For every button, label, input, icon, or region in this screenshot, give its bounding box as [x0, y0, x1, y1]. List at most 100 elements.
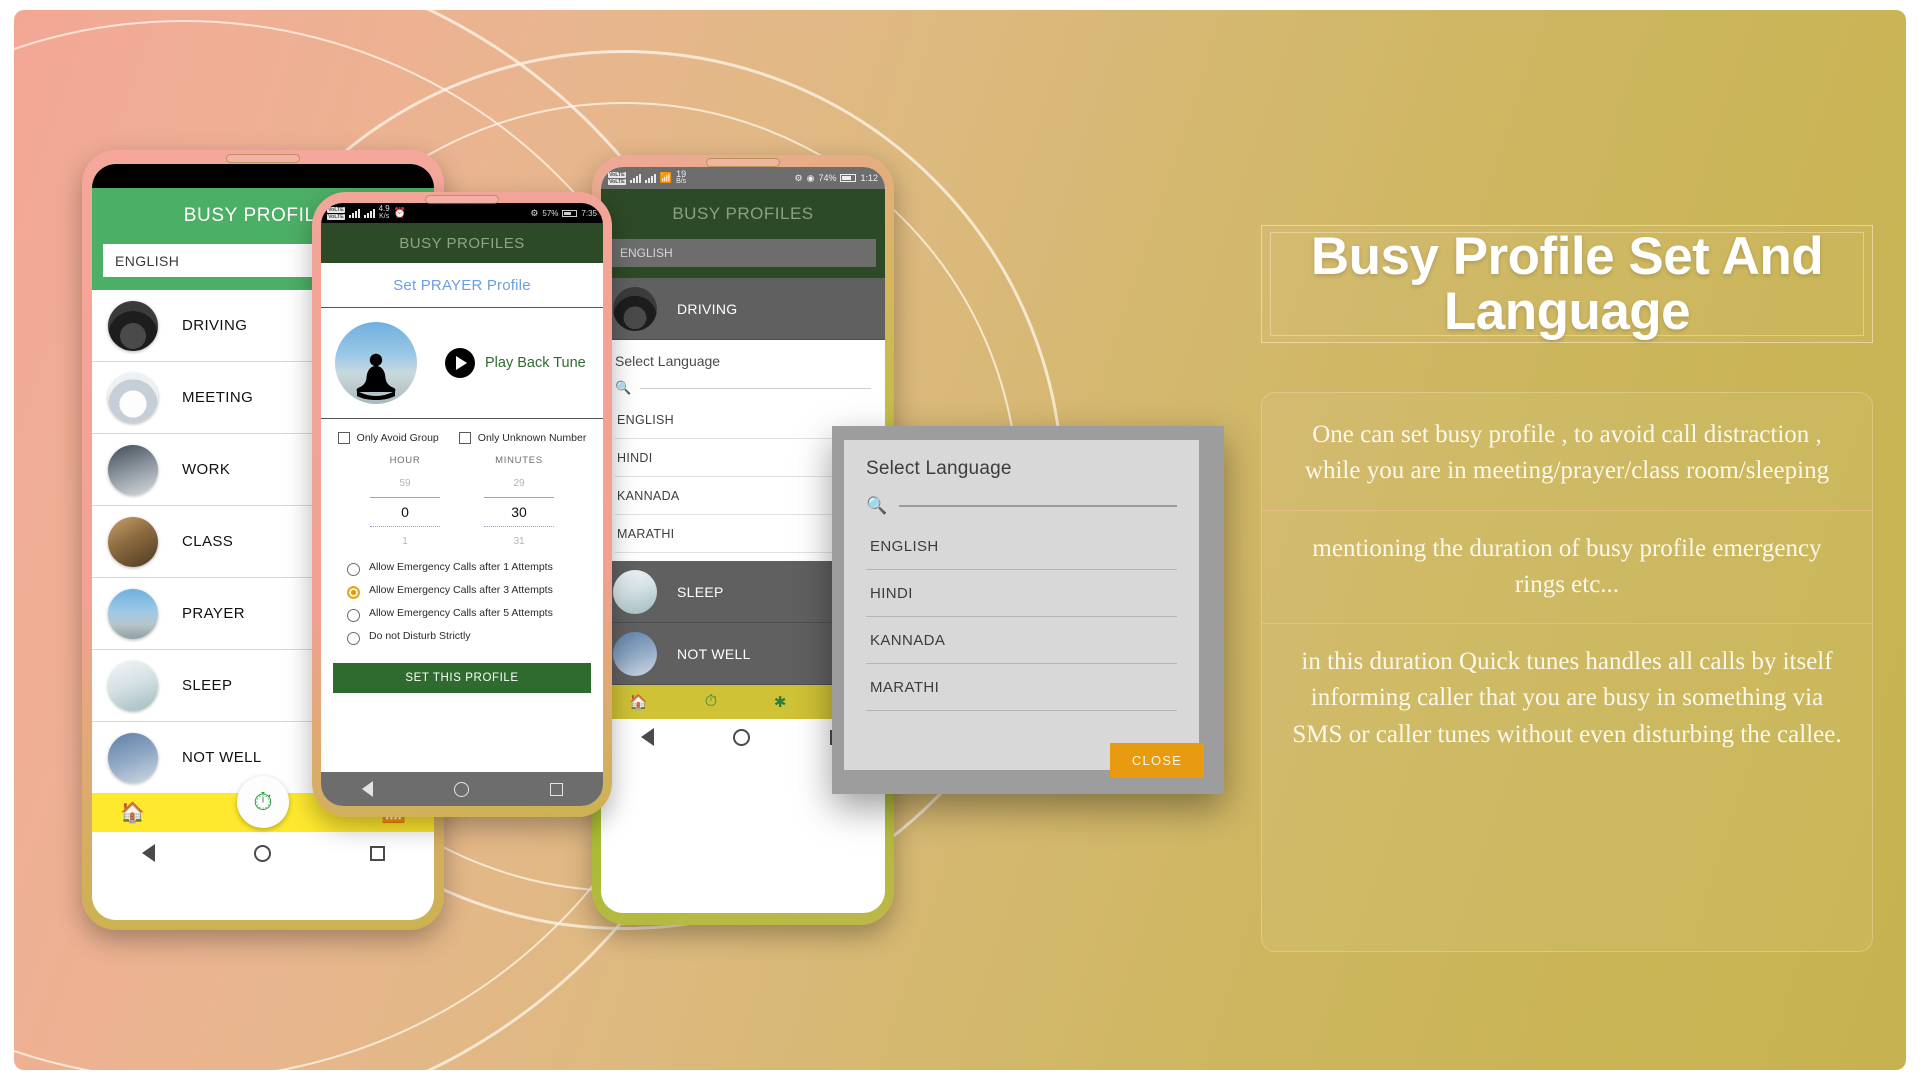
list-item-label: CLASS [182, 533, 234, 550]
phone2-checkbox-row: Only Avoid Group Only Unknown Number [321, 419, 603, 455]
net-speed-value: 4.9 [378, 204, 390, 213]
minutes-prev-value: 29 [513, 478, 525, 489]
radio-label: Allow Emergency Calls after 5 Attempts [369, 607, 553, 619]
minutes-next-value: 31 [513, 536, 525, 547]
sleep-photo [108, 660, 158, 711]
phone2-tune-row: Play Back Tune [321, 308, 603, 419]
search-icon: 🔍 [615, 380, 632, 395]
asterisk-icon[interactable]: ✱ [774, 693, 787, 711]
phone2-status-bar: VoLTE VoLTE 4.9 K/s ⏰ ⚙ 57% 7:35 [321, 203, 603, 223]
radio-circle-icon[interactable] [347, 632, 360, 645]
page-title: Busy Profile Set And Language [1311, 229, 1824, 341]
hour-label: HOUR [389, 455, 421, 466]
phone2-time-picker: HOUR MINUTES 59 29 0 30 1 31 [321, 455, 603, 547]
home-icon[interactable]: 🏠 [120, 803, 145, 823]
home-icon[interactable]: 🏠 [629, 693, 648, 711]
hour-stepper[interactable]: 0 [370, 497, 440, 527]
sleep-photo [613, 569, 657, 614]
phone2-appbar: BUSY PROFILES [321, 223, 603, 263]
clock-time: 7:35 [581, 208, 597, 218]
home-circle-icon[interactable] [453, 781, 469, 797]
back-triangle-icon[interactable] [141, 844, 155, 862]
back-triangle-icon[interactable] [361, 781, 373, 797]
language-search-field[interactable]: 🔍 [866, 496, 1177, 523]
checkbox-only-avoid-group[interactable]: Only Avoid Group [337, 432, 439, 444]
net-speed-value: 19 [676, 169, 687, 179]
radio-option[interactable]: Allow Emergency Calls after 1 Attempts [347, 557, 603, 580]
radio-option[interactable]: Allow Emergency Calls after 3 Attempts [347, 580, 603, 603]
language-options-list: ENGLISH HINDI KANNADA MARATHI [866, 523, 1177, 711]
radio-label: Allow Emergency Calls after 3 Attempts [369, 584, 553, 596]
phone3-language-value: ENGLISH [620, 246, 673, 260]
poster-title-card: Busy Profile Set And Language [1261, 225, 1873, 343]
phone2-screen: VoLTE VoLTE 4.9 K/s ⏰ ⚙ 57% 7:35 BUSY PR… [321, 203, 603, 806]
list-item-label: MEETING [182, 389, 254, 406]
phone3-status-bar: VoLTE VoLTE 📶 19 B/s ⚙ ◉ 74% 1:12 [601, 167, 885, 189]
close-button[interactable]: CLOSE [1109, 743, 1204, 778]
recents-square-icon[interactable] [549, 782, 563, 796]
phone3-language-wrap: ENGLISH [601, 239, 885, 278]
home-circle-icon[interactable] [253, 844, 271, 862]
driving-photo [613, 286, 657, 331]
list-item[interactable]: DRIVING [601, 278, 885, 340]
phone1-system-nav [92, 832, 434, 874]
radio-label: Do not Disturb Strictly [369, 630, 471, 642]
phone3-dialog-search[interactable]: 🔍 [615, 380, 871, 401]
work-photo [108, 444, 158, 495]
list-item-label: WORK [182, 461, 231, 478]
prayer-photo [108, 588, 158, 639]
radio-circle-icon[interactable] [347, 609, 360, 622]
net-speed-unit: B/s [676, 178, 687, 185]
meeting-photo [108, 372, 158, 423]
phone1-language-value: ENGLISH [115, 252, 180, 269]
back-triangle-icon[interactable] [640, 728, 654, 746]
list-item-label: PRAYER [182, 605, 245, 622]
select-language-dialog: Select Language 🔍 ENGLISH HINDI KANNADA MAR… [832, 426, 1224, 794]
meditation-silhouette-icon [356, 353, 396, 400]
home-circle-icon[interactable] [733, 728, 751, 746]
checkbox-box-icon[interactable] [458, 432, 471, 444]
phone2-system-nav [321, 772, 603, 806]
phone2-set-profile-title: Set PRAYER Profile [321, 263, 603, 308]
timer-icon[interactable]: ⏱ [705, 693, 717, 711]
list-item-label: DRIVING [182, 317, 248, 334]
radio-label: Allow Emergency Calls after 1 Attempts [369, 561, 553, 573]
recents-square-icon[interactable] [369, 845, 385, 861]
poster-canvas: BUSY PROFILES ENGLISH DRIVING MEETING WORK… [14, 10, 1906, 1070]
checkbox-only-unknown-number[interactable]: Only Unknown Number [458, 432, 586, 444]
list-item-label: NOT WELL [677, 645, 751, 662]
search-underline [640, 387, 871, 389]
dialog-title: Select Language [866, 458, 1012, 479]
play-icon[interactable] [445, 348, 475, 378]
phone3-language-select[interactable]: ENGLISH [610, 239, 876, 267]
timer-icon[interactable]: ⏱ [237, 776, 289, 828]
language-option[interactable]: MARATHI [866, 664, 1177, 711]
earpiece-notch [425, 195, 499, 204]
phone3-appbar-title: BUSY PROFILES [672, 204, 814, 223]
poster-paragraph: in this duration Quick tunes handles all… [1262, 623, 1872, 779]
signal-bars-icon [348, 208, 360, 218]
phone2-play-back-tune[interactable]: Play Back Tune [445, 348, 586, 378]
language-option[interactable]: ENGLISH [866, 523, 1177, 570]
select-language-dialog-body: Select Language 🔍 ENGLISH HINDI KANNADA MAR… [844, 440, 1199, 770]
phone1-status-bar [92, 164, 434, 188]
radio-option[interactable]: Allow Emergency Calls after 5 Attempts [347, 603, 603, 626]
page-title-line2: Language [1443, 282, 1691, 341]
language-option[interactable]: KANNADA [866, 617, 1177, 664]
volte-badge: VoLTE [608, 178, 626, 185]
search-underline [899, 505, 1177, 507]
radio-circle-icon[interactable] [347, 563, 360, 576]
radio-option[interactable]: Do not Disturb Strictly [347, 626, 603, 649]
earpiece-notch [706, 158, 780, 167]
phone2-radio-group: Allow Emergency Calls after 1 Attempts Al… [321, 547, 603, 655]
set-this-profile-button[interactable]: SET THIS PROFILE [333, 663, 591, 693]
volte-badge: VoLTE [327, 206, 345, 213]
hour-next-value: 1 [402, 536, 408, 547]
checkbox-box-icon[interactable] [337, 432, 350, 444]
language-option[interactable]: HINDI [866, 570, 1177, 617]
radio-circle-icon[interactable] [347, 586, 360, 599]
battery-percent: 57% [542, 208, 559, 218]
poster-paragraph: One can set busy profile , to avoid call… [1304, 421, 1830, 485]
battery-percent: 74% [818, 173, 837, 183]
minutes-stepper[interactable]: 30 [484, 497, 554, 527]
